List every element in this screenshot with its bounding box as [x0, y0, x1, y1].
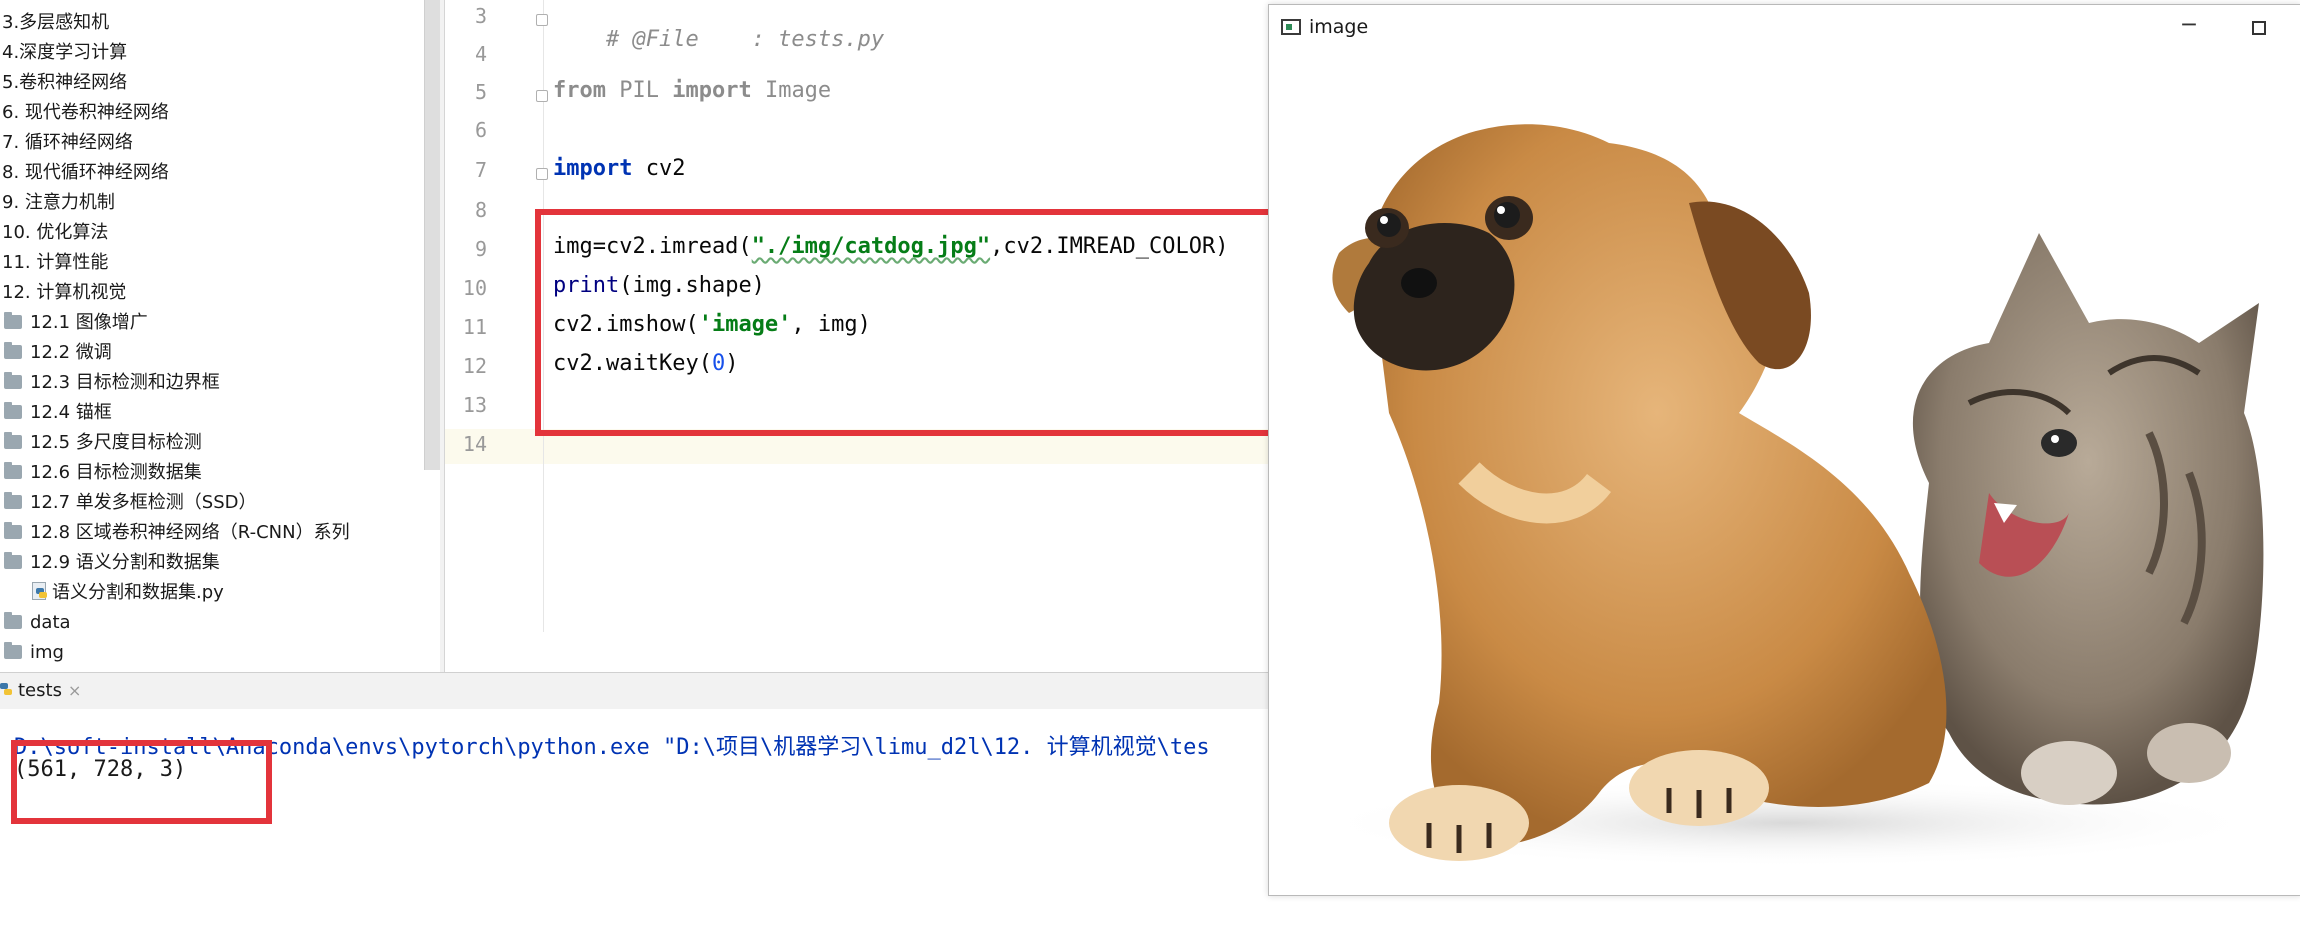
tree-item-label: 12. 计算机视觉 [2, 282, 127, 303]
tree-item-label: 语义分割和数据集.py [52, 582, 224, 603]
tree-folder-item[interactable]: 8. 现代循环神经网络 [2, 158, 169, 188]
folder-icon [4, 402, 22, 419]
line-number: 12 [462, 354, 487, 378]
annotation-box-code [535, 209, 1287, 436]
tree-item-label: 12.1 图像增广 [30, 312, 148, 333]
photo-puppy-and-kitten [1309, 124, 2269, 868]
code-comment: # @File : tests.py [605, 27, 885, 52]
tree-item-label: 9. 注意力机制 [2, 192, 115, 213]
line-number: 4 [474, 42, 487, 66]
tree-folder-item[interactable]: 4.深度学习计算 [2, 38, 127, 68]
maximize-icon[interactable] [2244, 13, 2274, 43]
fold-marker[interactable] [536, 168, 548, 180]
tree-folder-item[interactable]: 7. 循环神经网络 [2, 128, 133, 158]
tree-item-label: 12.9 语义分割和数据集 [30, 552, 220, 573]
keyword-import: import [553, 156, 633, 181]
project-tree-scrollbar[interactable] [424, 0, 440, 470]
tree-folder-item[interactable]: 12.9 语义分割和数据集 [4, 548, 220, 578]
python-file-icon [30, 582, 48, 602]
tree-folder-item[interactable]: 5.卷积神经网络 [2, 68, 127, 98]
puppy [1332, 124, 1947, 861]
tree-item-label: 5.卷积神经网络 [2, 72, 128, 93]
fold-marker[interactable] [536, 14, 548, 26]
image-window-title: image [1309, 16, 1369, 38]
folder-icon [4, 462, 22, 479]
tree-item-label: 12.4 锚框 [30, 402, 112, 423]
tree-file-item[interactable]: 语义分割和数据集.py [30, 578, 224, 608]
keyword-from: from [553, 78, 606, 103]
tree-folder-item[interactable]: 12.3 目标检测和边界框 [4, 368, 220, 398]
image-window[interactable]: image ─ [1268, 4, 2300, 896]
line-number: 8 [474, 198, 487, 222]
tree-folder-item[interactable]: 6. 现代卷积神经网络 [2, 98, 169, 128]
line-number: 7 [474, 158, 487, 182]
folder-icon [4, 312, 22, 329]
kitten [1912, 233, 2264, 805]
tree-folder-item[interactable]: 12.7 单发多框检测（SSD） [4, 488, 257, 518]
window-app-icon [1281, 19, 1301, 35]
folder-icon [4, 552, 22, 569]
line-number: 10 [462, 276, 487, 300]
tree-folder-item[interactable]: 12.8 区域卷积神经网络（R-CNN）系列 [4, 518, 350, 548]
tree-item-label: data [30, 612, 71, 633]
tree-folder-item[interactable]: 12.4 锚框 [4, 398, 112, 428]
tree-folder-item[interactable]: 11. 计算性能 [2, 248, 108, 278]
code-line-5: from PIL import Image [553, 78, 831, 103]
tree-item-label: 12.2 微调 [30, 342, 112, 363]
tree-folder-item[interactable]: 9. 注意力机制 [2, 188, 115, 218]
tree-folder-item[interactable]: 10. 优化算法 [2, 218, 108, 248]
folder-icon [4, 432, 22, 449]
tree-item-label: 6. 现代卷积神经网络 [2, 102, 169, 123]
tree-folder-item[interactable]: 3.多层感知机 [2, 8, 109, 38]
folder-icon [4, 522, 22, 539]
tree-item-label: 8. 现代循环神经网络 [2, 162, 169, 183]
minimize-icon[interactable]: ─ [2174, 13, 2204, 43]
run-tab-bar: tests × [0, 672, 1270, 710]
line-number: 13 [462, 393, 487, 417]
tree-item-label: 12.5 多尺度目标检测 [30, 432, 202, 453]
tree-folder-item[interactable]: 12. 计算机视觉 [2, 278, 126, 308]
tree-item-label: 12.8 区域卷积神经网络（R-CNN）系列 [30, 522, 350, 543]
tree-folder-item[interactable]: data [4, 608, 71, 638]
tree-item-label: 10. 优化算法 [2, 222, 109, 243]
folder-icon [4, 492, 22, 509]
line-number: 6 [474, 118, 487, 142]
code-line-3: # @File : tests.py [553, 2, 884, 77]
folder-icon [4, 642, 22, 659]
line-number: 3 [474, 4, 487, 28]
keyword-import: import [672, 78, 752, 103]
python-icon [0, 683, 14, 697]
line-number: 5 [474, 80, 487, 104]
tree-item-label: 4.深度学习计算 [2, 42, 128, 63]
tree-folder-item[interactable]: 12.6 目标检测数据集 [4, 458, 202, 488]
tree-item-label: 12.7 单发多框检测（SSD） [30, 492, 257, 513]
folder-icon [4, 612, 22, 629]
tree-item-label: 11. 计算性能 [2, 252, 109, 273]
code-line-7: import cv2 [553, 156, 685, 181]
project-tree-panel: 3.多层感知机 4.深度学习计算 5.卷积神经网络 6. 现代卷积神经网络 7. 循环神… [0, 0, 440, 672]
tree-item-label: img [30, 642, 64, 663]
image-window-titlebar[interactable]: image ─ [1269, 5, 2300, 52]
tree-folder-item[interactable]: 12.5 多尺度目标检测 [4, 428, 202, 458]
tree-item-label: 3.多层感知机 [2, 12, 110, 33]
close-icon[interactable]: × [68, 673, 81, 709]
tree-item-label: 7. 循环神经网络 [2, 132, 133, 153]
run-tab-tests[interactable]: tests × [0, 673, 81, 709]
tree-item-label: 12.6 目标检测数据集 [30, 462, 202, 483]
fold-marker[interactable] [536, 90, 548, 102]
import-name: cv2 [632, 156, 686, 181]
folder-icon [4, 342, 22, 359]
module-name: PIL [605, 78, 673, 103]
line-number: 9 [474, 237, 487, 261]
folder-icon [4, 372, 22, 389]
tree-folder-item[interactable]: 12.1 图像增广 [4, 308, 148, 338]
line-number: 11 [462, 315, 487, 339]
import-name: Image [751, 78, 832, 103]
run-tab-label: tests [18, 680, 62, 701]
line-number: 14 [462, 432, 487, 456]
tree-folder-item[interactable]: img [4, 638, 64, 668]
tree-folder-item[interactable]: 12.2 微调 [4, 338, 112, 368]
tree-item-label: 12.3 目标检测和边界框 [30, 372, 220, 393]
annotation-box-output [11, 740, 272, 824]
